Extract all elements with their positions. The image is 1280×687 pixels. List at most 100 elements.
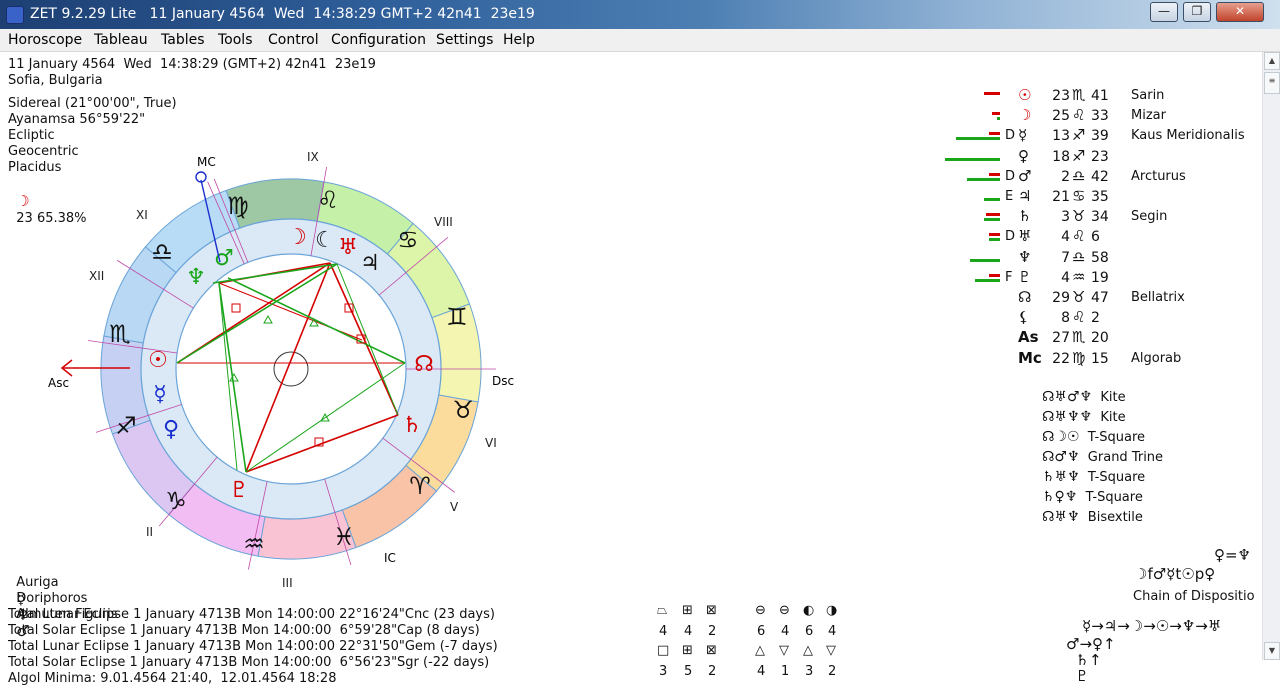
- strength-bar-green: [945, 157, 1000, 161]
- ic-label: IC: [384, 551, 396, 565]
- aries-icon: ♈: [409, 472, 431, 500]
- fixed-star-name: Mizar: [1131, 108, 1166, 124]
- strength-bar-red: [989, 172, 1000, 176]
- planet-position-row[interactable]: As 27 ♏ 20: [940, 328, 1260, 349]
- planet-position-row[interactable]: ♀ 18 ♐ 23: [940, 146, 1260, 168]
- strength-bar-green: [956, 137, 1000, 141]
- disposition-label: Chain of Dispositio: [1133, 589, 1255, 604]
- eclipse-line: Total Solar Eclipse 1 January 4713B Mon …: [8, 655, 490, 670]
- menu-horoscope[interactable]: Horoscope: [8, 32, 82, 48]
- sign-glyph-icon: ♋: [1072, 187, 1086, 205]
- mc-label: MC: [197, 155, 216, 169]
- pattern-glyphs-icon: ☊♅♂♆: [1042, 389, 1093, 405]
- menu-tables[interactable]: Tables: [161, 32, 205, 48]
- planet-position-row[interactable]: ☽ 25 ♌ 33 Mizar: [940, 106, 1260, 127]
- strength-bar-green: [983, 218, 1000, 222]
- scroll-up-arrow-icon[interactable]: ▲: [1264, 52, 1280, 70]
- planet-position-row[interactable]: Mc 22 ♍ 15 Algorab: [940, 348, 1260, 370]
- menu-settings[interactable]: Settings: [436, 32, 493, 48]
- stat-symbol-icon: ▽: [779, 643, 789, 658]
- ayanamsa: Ayanamsa 56°59'22": [8, 112, 146, 127]
- planet-position-row[interactable]: ♆ 7 ♎ 58: [940, 248, 1260, 269]
- aspect-pattern-row[interactable]: ☊♅♆ Bisextile: [1042, 509, 1143, 529]
- saturn-icon: ♄: [402, 413, 422, 438]
- aspect-pattern-row[interactable]: ☊♅♆♆ Kite: [1042, 409, 1126, 429]
- minimize-button[interactable]: —: [1150, 2, 1178, 22]
- motion-mark: D: [1005, 168, 1016, 184]
- aspect-pattern-row[interactable]: ♄♀♆ T-Square: [1042, 489, 1143, 509]
- stat-symbol-icon: ⊞: [682, 603, 693, 618]
- stat-symbol-icon: △: [755, 643, 765, 658]
- aspect-pattern-row[interactable]: ♄♅♆ T-Square: [1042, 469, 1145, 489]
- menu-bar: Horoscope Tableau Tables Tools Control C…: [0, 29, 1280, 52]
- node-icon: ☊: [414, 352, 434, 377]
- position-degree: 25: [1052, 108, 1070, 125]
- aspect-pattern-row[interactable]: ☊☽☉ T-Square: [1042, 429, 1145, 449]
- title-bar: ZET 9.2.29 Lite 11 January 4564 Wed 14:3…: [0, 0, 1280, 29]
- stat-value: 4: [757, 664, 766, 679]
- strength-bar-green: [975, 278, 1000, 282]
- horoscope-wheel[interactable]: ♍ ♌ ♋ ♊ ♉ ♈ ♓ ♒ ♑ ♐ ♏ ♎ ♆ ♂ ☽ ☾ ♅ ♃ ☊ ♄ …: [40, 145, 540, 590]
- scroll-thumb[interactable]: ≡: [1264, 72, 1280, 94]
- aspect-pattern-row[interactable]: ☊♂♆ Grand Trine: [1042, 449, 1163, 469]
- eclipse-line: Total Lunar Eclipse 1 January 4713B Mon …: [8, 607, 495, 622]
- position-degree: 13: [1052, 128, 1070, 145]
- planet-glyph-icon: As: [1018, 328, 1039, 347]
- planet-position-row[interactable]: ⚸ 8 ♌ 2: [940, 308, 1260, 329]
- moon-icon: ☽: [16, 192, 30, 210]
- motion-mark: D: [1005, 229, 1016, 245]
- vertical-scrollbar[interactable]: ▲ ≡ ▼: [1262, 52, 1280, 660]
- strength-bar-green: [969, 258, 1000, 262]
- menu-configuration[interactable]: Configuration: [331, 32, 426, 48]
- pattern-name: Kite: [1092, 410, 1126, 425]
- position-degree: 18: [1052, 148, 1070, 165]
- stat-value: 4: [659, 624, 668, 639]
- menu-tools[interactable]: Tools: [218, 32, 253, 48]
- fixed-star-name: Segin: [1131, 209, 1168, 225]
- fixed-star-name: Arcturus: [1131, 168, 1186, 184]
- house-v: V: [450, 500, 459, 514]
- close-button[interactable]: ✕: [1216, 2, 1264, 22]
- planet-glyph-icon: ☿: [1018, 126, 1028, 145]
- planet-position-row[interactable]: E ♃ 21 ♋ 35: [940, 187, 1260, 208]
- house-viii: VIII: [434, 215, 453, 229]
- planet-position-row[interactable]: ☉ 23 ♏ 41 Sarin: [940, 86, 1260, 107]
- planet-position-row[interactable]: ☊ 29 ♉ 47 Bellatrix: [940, 288, 1260, 309]
- sign-glyph-icon: ♐: [1072, 146, 1086, 165]
- planet-position-row[interactable]: D ☿ 13 ♐ 39 Kaus Meridionalis: [940, 126, 1260, 147]
- position-minutes: 47: [1091, 290, 1109, 306]
- house-iii: III: [282, 576, 293, 590]
- menu-tableau[interactable]: Tableau: [94, 32, 148, 48]
- menu-control[interactable]: Control: [268, 32, 319, 48]
- stat-value: 6: [757, 624, 766, 639]
- planet-position-row[interactable]: ♄ 3 ♉ 34 Segin: [940, 207, 1260, 228]
- house-vi: VI: [485, 436, 497, 450]
- position-degree: 2: [1061, 168, 1070, 185]
- asc-label: Asc: [48, 376, 69, 390]
- maximize-button[interactable]: ❐: [1183, 2, 1211, 22]
- zodiac-type: Sidereal (21°00'00", True): [8, 96, 177, 111]
- pisces-icon: ♓: [333, 523, 355, 551]
- strength-bar-green: [983, 198, 1000, 201]
- menu-help[interactable]: Help: [503, 32, 535, 48]
- sign-glyph-icon: ♌: [1072, 227, 1086, 246]
- position-minutes: 2: [1091, 310, 1100, 327]
- algol-minima: Algol Minima: 9.01.4564 21:40, 12.01.456…: [8, 671, 337, 686]
- planet-position-row[interactable]: D ♂ 2 ♎ 42 Arcturus: [940, 167, 1260, 188]
- app-icon[interactable]: [6, 6, 24, 24]
- virgo-icon: ♍: [227, 192, 249, 220]
- stat-value: 3: [659, 664, 668, 679]
- position-minutes: 58: [1091, 249, 1109, 266]
- scroll-down-arrow-icon[interactable]: ▼: [1264, 642, 1280, 660]
- sagittarius-icon: ♐: [115, 412, 137, 440]
- sign-glyph-icon: ♍: [1072, 348, 1086, 367]
- taurus-icon: ♉: [452, 396, 474, 424]
- moon-icon: ☽: [287, 225, 307, 250]
- planet-position-row[interactable]: D ♅ 4 ♌ 6: [940, 227, 1260, 248]
- planet-position-row[interactable]: F ♇ 4 ♒ 19: [940, 268, 1260, 289]
- aspect-pattern-row[interactable]: ☊♅♂♆ Kite: [1042, 389, 1126, 409]
- gemini-icon: ♊: [446, 303, 468, 331]
- mercury-icon: ☿: [153, 382, 167, 407]
- center-circle: [273, 351, 309, 387]
- eclipse-line: Total Lunar Eclipse 1 January 4713B Mon …: [8, 639, 498, 654]
